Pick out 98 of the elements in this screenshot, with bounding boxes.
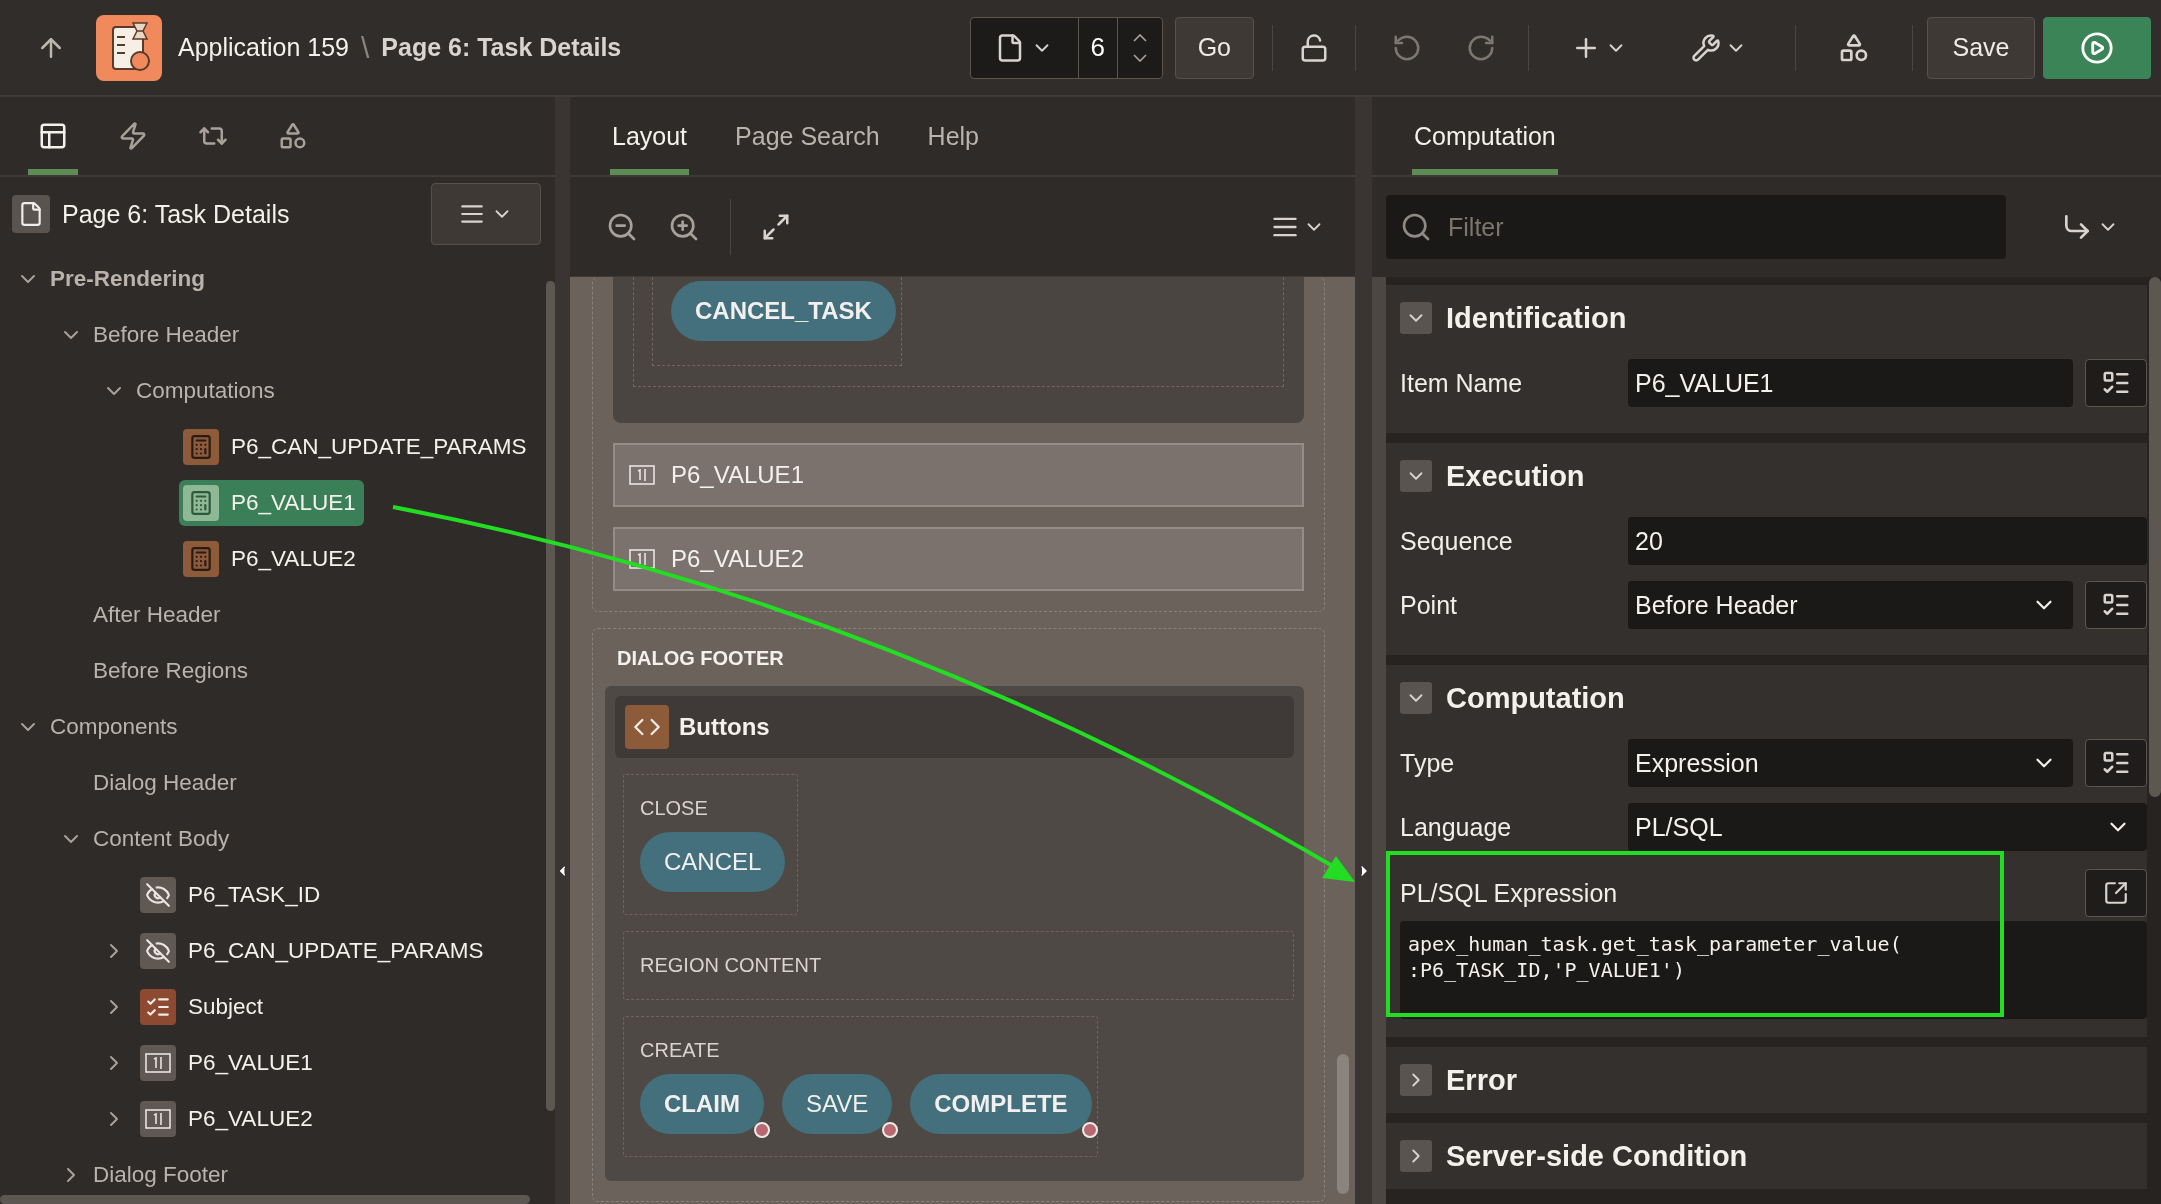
- filter-field[interactable]: Filter: [1386, 195, 2006, 259]
- section-toggle[interactable]: [1400, 302, 1432, 334]
- section-title: Server-side Condition: [1446, 1139, 1748, 1173]
- number-field-icon: [629, 548, 655, 570]
- scrollbar[interactable]: [1337, 1054, 1349, 1194]
- app-name[interactable]: Application 159: [178, 33, 349, 62]
- tree-item[interactable]: P6_VALUE1: [136, 1040, 321, 1086]
- go-button[interactable]: Go: [1174, 16, 1254, 79]
- field-label: Type: [1400, 748, 1456, 778]
- play-icon: [2080, 30, 2114, 65]
- scrollbar[interactable]: [0, 1195, 530, 1204]
- expand-editor-button[interactable]: [2085, 869, 2147, 917]
- tree-menu-button[interactable]: [431, 183, 541, 245]
- field-label: Item Name: [1400, 368, 1524, 398]
- unlock-icon: [1299, 32, 1329, 63]
- layout-icon: [38, 121, 68, 151]
- tree-item[interactable]: P6_CAN_UPDATE_PARAMS: [179, 424, 535, 470]
- calculator-icon: [183, 429, 219, 465]
- code-icon: [625, 705, 669, 749]
- tree-item[interactable]: Content Body: [79, 816, 238, 862]
- tree-item[interactable]: P6_VALUE2: [136, 1096, 321, 1142]
- calculator-icon: [183, 485, 219, 521]
- list-button[interactable]: [2085, 359, 2147, 407]
- section-title: Computation: [1446, 681, 1625, 715]
- page-icon: [12, 195, 50, 233]
- search-icon: [1400, 211, 1432, 243]
- region-button[interactable]: CLAIM: [640, 1074, 764, 1134]
- page-item[interactable]: P6_VALUE2: [613, 527, 1304, 591]
- select-field[interactable]: Expression: [1628, 739, 2073, 787]
- breadcrumb-separator: \: [360, 30, 370, 65]
- panel-tab[interactable]: Help: [925, 97, 982, 175]
- eye-off-icon: [140, 933, 176, 969]
- app-logo: [96, 14, 162, 81]
- expand-icon[interactable]: [761, 211, 791, 242]
- tree-item[interactable]: Pre-Rendering: [36, 256, 214, 302]
- panel-tab[interactable]: Computation: [1412, 97, 1558, 175]
- tree-item[interactable]: Computations: [122, 368, 283, 414]
- region-button[interactable]: COMPLETE: [910, 1074, 1092, 1134]
- tree-item[interactable]: Components: [36, 704, 186, 750]
- region-button[interactable]: SAVE: [782, 1074, 893, 1134]
- calculator-icon: [183, 541, 219, 577]
- tree-item[interactable]: P6_VALUE1: [179, 480, 364, 526]
- tree-item[interactable]: Dialog Header: [79, 760, 245, 806]
- open-editor-icon: [2103, 880, 2129, 906]
- tree-item[interactable]: After Header: [79, 592, 229, 638]
- region-name: Buttons: [679, 713, 770, 741]
- panel-tab[interactable]: Layout: [610, 97, 690, 175]
- number-field-icon: [140, 1045, 176, 1081]
- chevron-up-icon: [1132, 33, 1147, 42]
- input-field[interactable]: 20: [1628, 517, 2147, 565]
- list-button[interactable]: [2085, 739, 2147, 787]
- page-number-field[interactable]: 6: [1078, 17, 1117, 78]
- lightning-icon: [118, 121, 148, 151]
- scrollbar[interactable]: [2149, 277, 2161, 797]
- tree-item[interactable]: Before Regions: [79, 648, 257, 694]
- tree-title: Page 6: Task Details: [62, 199, 291, 229]
- code-editor[interactable]: apex_human_task.get_task_parameter_value( :P6_TASK_ID,'P_VALUE1'): [1400, 921, 2147, 1019]
- chevron-down-icon: [1132, 53, 1147, 62]
- section-toggle[interactable]: [1400, 1064, 1432, 1096]
- input-field[interactable]: P6_VALUE1: [1628, 359, 2073, 407]
- page-item[interactable]: P6_VALUE1: [613, 443, 1304, 507]
- region-button[interactable]: CANCEL: [640, 832, 786, 892]
- save-button[interactable]: Save: [1927, 16, 2035, 79]
- section-title: Execution: [1446, 459, 1585, 493]
- tree-item[interactable]: P6_CAN_UPDATE_PARAMS: [136, 928, 492, 974]
- select-field[interactable]: PL/SQL: [1628, 803, 2147, 851]
- field-label: PL/SQL Expression: [1400, 878, 1619, 908]
- eye-off-icon: [140, 877, 176, 913]
- field-label: Language: [1400, 812, 1513, 842]
- region-button[interactable]: CANCEL_TASK: [671, 281, 896, 341]
- tree-item[interactable]: Subject: [136, 984, 272, 1030]
- checklist-icon: [140, 989, 176, 1025]
- number-field-icon: [629, 464, 655, 486]
- panel-tab[interactable]: Page Search: [733, 97, 882, 175]
- select-field[interactable]: Before Header: [1628, 581, 2073, 629]
- section-title: Error: [1446, 1063, 1517, 1097]
- run-button[interactable]: [2043, 16, 2151, 79]
- tree-item[interactable]: P6_VALUE2: [179, 536, 364, 582]
- section-toggle[interactable]: [1400, 682, 1432, 714]
- tree-item[interactable]: P6_TASK_ID: [136, 872, 329, 918]
- slot-label: REGION CONTENT: [640, 954, 823, 977]
- shapes-icon: [278, 121, 308, 151]
- field-label: Sequence: [1400, 526, 1514, 556]
- section-title: Identification: [1446, 301, 1627, 335]
- slot-label: CREATE: [640, 1039, 721, 1062]
- number-field-icon: [140, 1101, 176, 1137]
- region-title: DIALOG FOOTER: [616, 646, 785, 671]
- page-title: Page 6: Task Details: [381, 33, 622, 62]
- tree-item[interactable]: Dialog Footer: [79, 1152, 237, 1198]
- section-toggle[interactable]: [1400, 1140, 1432, 1172]
- wrench-icon: [1691, 32, 1721, 63]
- shapes-icon: [1838, 31, 1870, 64]
- slot-label: CLOSE: [640, 797, 709, 820]
- section-toggle[interactable]: [1400, 460, 1432, 492]
- scrollbar[interactable]: [546, 281, 555, 1111]
- tree-item[interactable]: Before Header: [79, 312, 248, 358]
- list-button[interactable]: [2085, 581, 2147, 629]
- field-label: Point: [1400, 590, 1458, 620]
